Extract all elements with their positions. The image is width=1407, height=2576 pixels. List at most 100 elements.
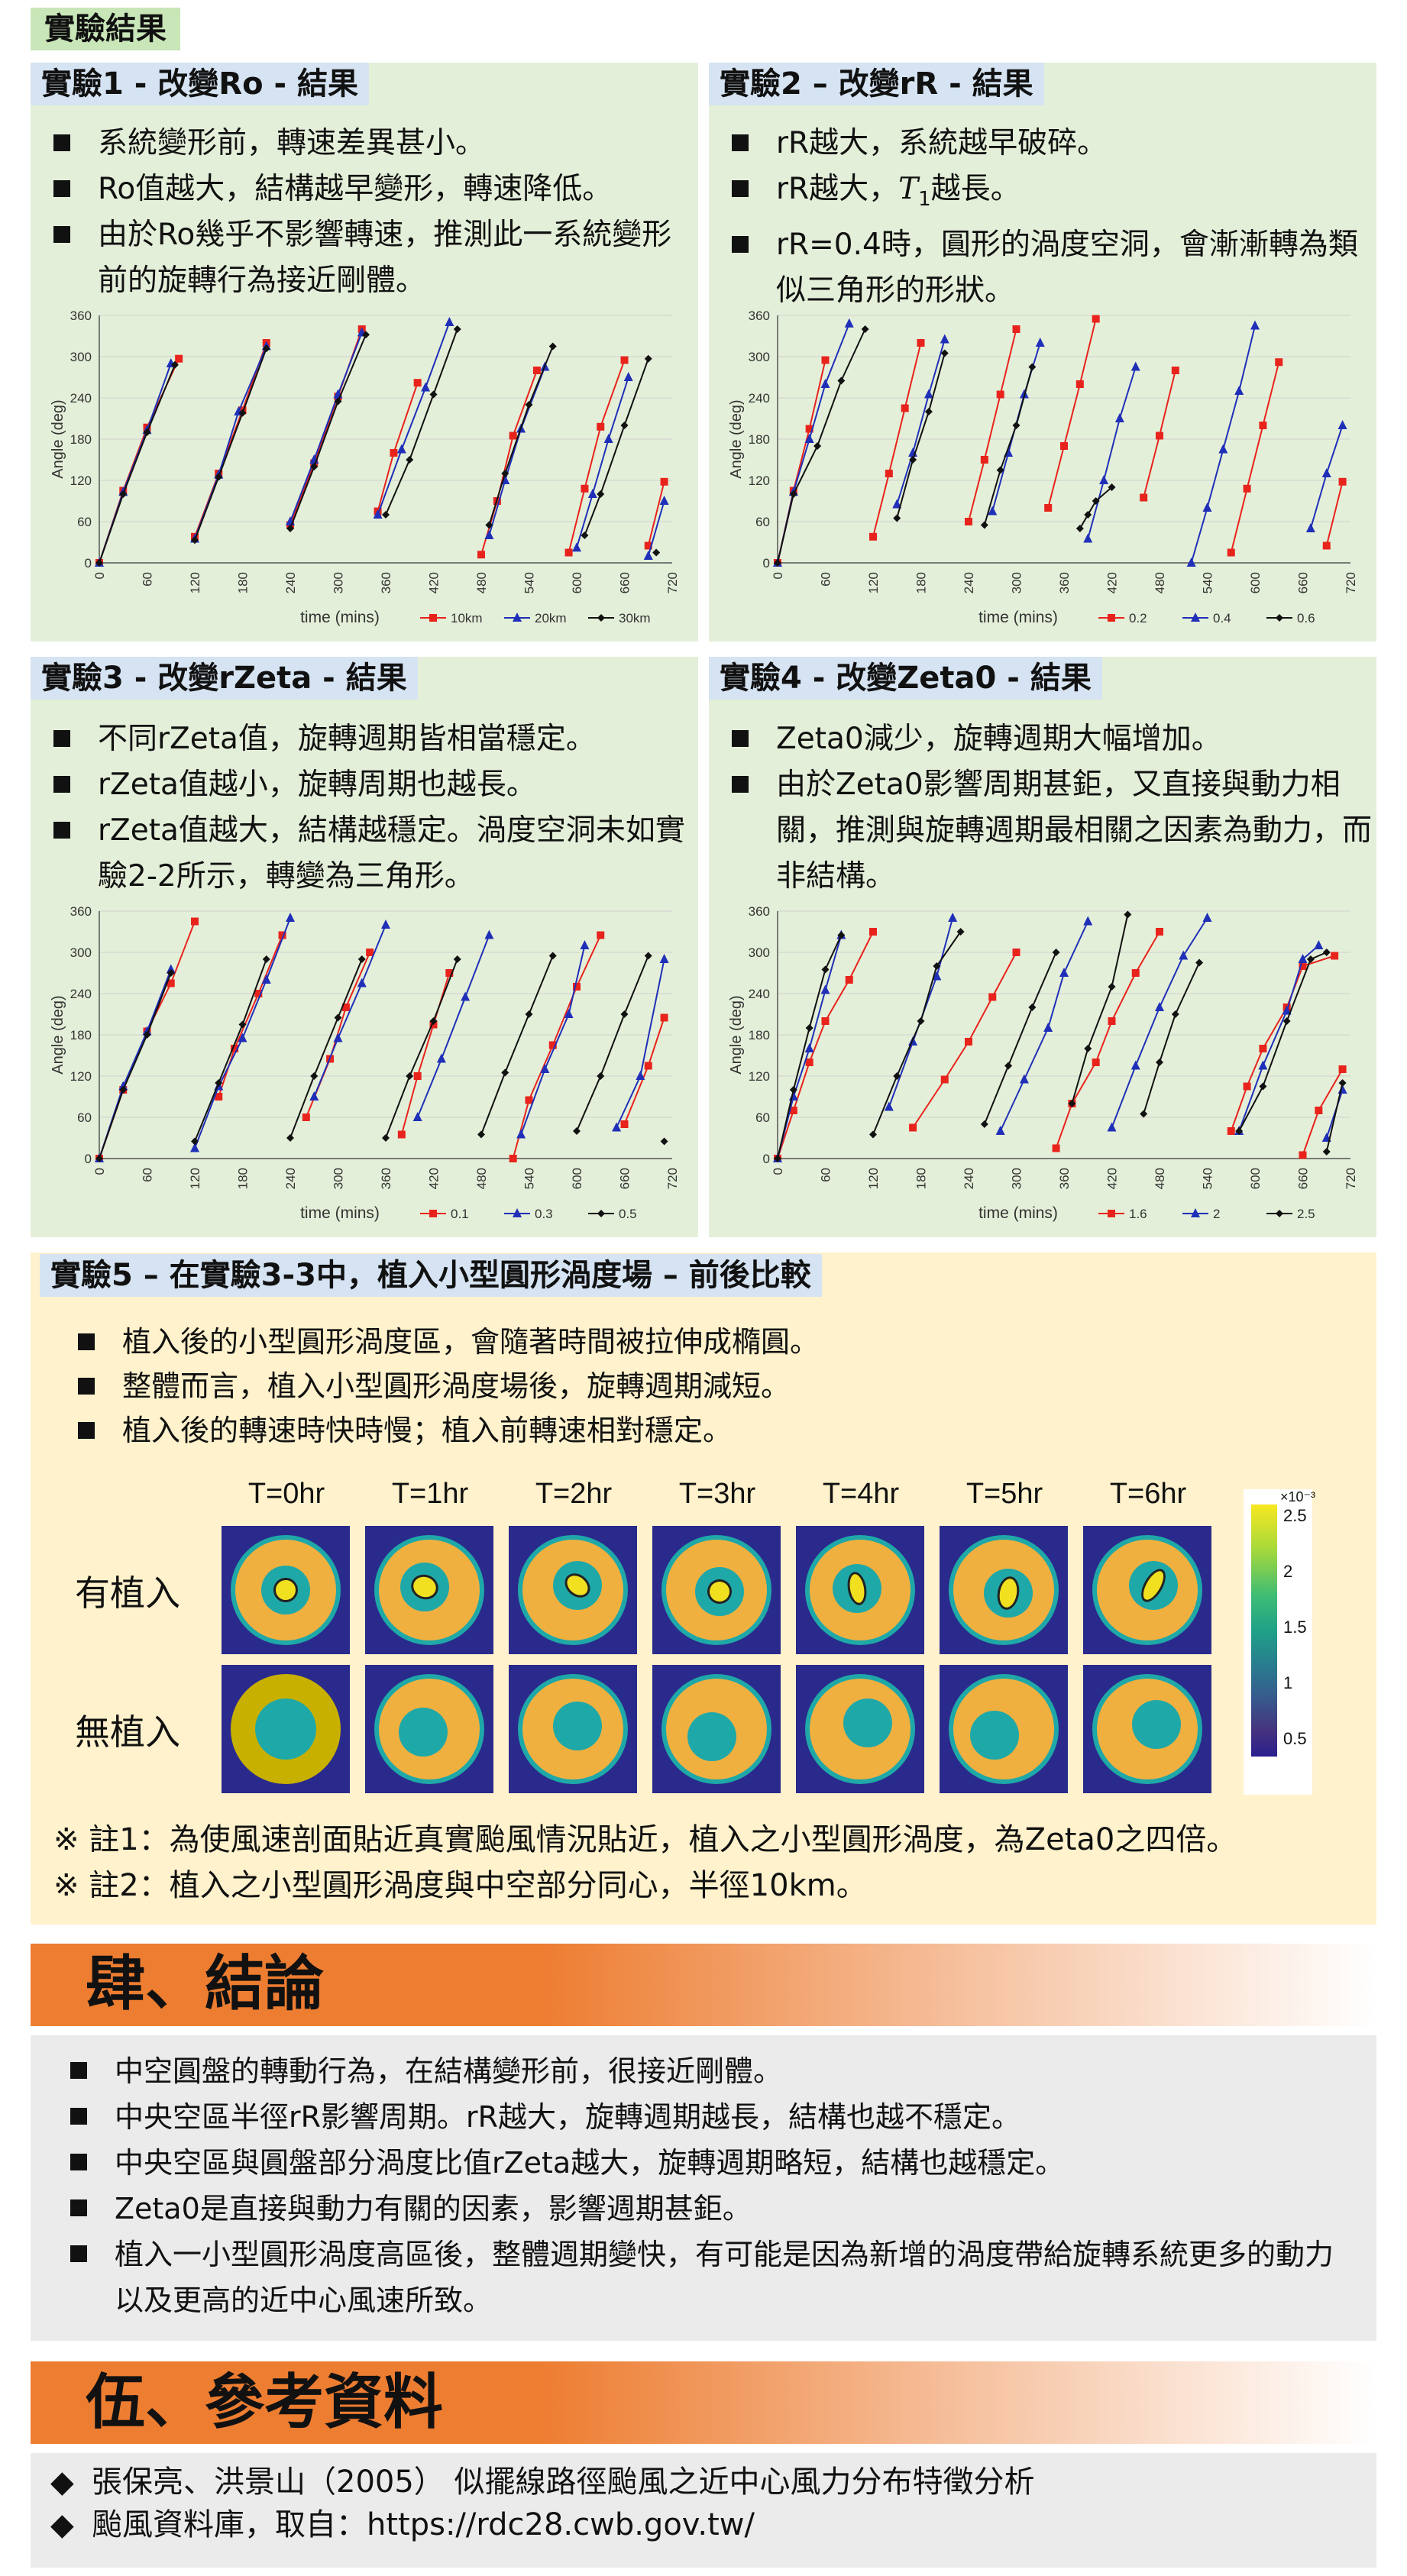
x-tick-label: 240 [962,1168,976,1189]
data-point-triangle [804,1043,814,1052]
data-point-square [1227,1127,1235,1135]
x-tick-label: 660 [1296,1168,1311,1189]
data-point-diamond [191,1137,199,1146]
series-line [99,364,176,564]
series-line [377,322,451,516]
y-tick-label: 120 [749,474,770,488]
data-point-triangle [421,382,431,392]
x-tick-label: 60 [819,572,833,587]
data-point-triangle [1130,1060,1140,1070]
data-point-diamond [620,422,629,429]
data-point-square [1338,1065,1347,1073]
colorbar-tick: 2 [1283,1562,1293,1581]
colorbar-gradient [1251,1505,1277,1757]
y-tick-label: 360 [749,309,770,323]
exp1-bullet: 由於Ro幾乎不影響轉速，推測此一系統變形前的旋轉行為接近剛體。 [44,212,694,304]
colorbar-tick: 0.5 [1283,1729,1307,1748]
data-point-triangle [948,913,958,922]
y-tick-label: 240 [749,987,770,1001]
data-point-square [525,1096,533,1104]
x-tick-label: 480 [474,572,489,593]
data-point-triangle [1083,916,1093,926]
data-point-square [597,931,605,939]
exp2-bullet2-pre: rR越大， [776,172,899,206]
data-point-diamond [660,1137,668,1146]
x-tick-label: 540 [1201,1168,1215,1189]
snapshot-with-implant [1083,1526,1211,1654]
series-line [289,334,367,529]
data-point-diamond [1156,1059,1163,1066]
exp2-bullet: rR越大，系統越早破碎。 [723,121,1372,166]
exp2-t-sub: 1 [918,187,931,211]
series-line [1111,917,1208,1128]
series-line [385,958,458,1139]
conclusion-item: 中央空區半徑rR影響周期。rR越大，旋轉週期越長，結構也越不穩定。 [61,2094,1360,2140]
y-tick-label: 240 [70,391,92,406]
x-tick-label: 360 [379,572,393,593]
data-point-square [366,949,374,956]
exp1-bullet: Ro值越大，結構越早變形，轉速降低。 [44,166,694,212]
x-tick-label: 300 [1010,1168,1024,1189]
series-line [1230,955,1335,1132]
exp4-bullets: Zeta0減少，旋轉週期大幅增加。 由於Zeta0影響周期甚鉅，又直接與動力相關… [723,716,1372,900]
data-point-diamond [406,456,414,464]
data-point-triangle [396,444,406,454]
x-tick-label: 300 [332,572,346,593]
data-point-triangle [1337,420,1347,429]
data-point-diamond [1338,1079,1347,1087]
exp2-bullet: rR越大，T1越長。 [723,166,1372,222]
conclusion-item: 植入一小型圓形渦度高區後，整體週期變快，有可能是因為新增的渦度帶給旋轉系統更多的… [61,2232,1360,2323]
data-point-triangle [1202,913,1212,922]
series-line [647,500,665,557]
y-tick-label: 0 [85,1152,92,1166]
data-point-triangle [1218,444,1228,454]
data-point-diamond [429,390,438,399]
data-point-triangle [1186,558,1196,567]
data-point-square [909,1123,917,1132]
row-label-with: 有植入 [75,1572,180,1614]
series-line [289,332,363,522]
snapshot-without-implant [940,1665,1068,1793]
data-point-triangle [436,1053,446,1063]
snapshot-with-implant [365,1526,493,1654]
series-line [1071,914,1129,1104]
series-line [99,358,180,564]
exp2-bullet: rR=0.4時，圓形的渦度空洞，會漸漸轉為類似三角形的形狀。 [723,222,1372,314]
x-tick-label: 60 [141,1168,155,1182]
snapshot-without-implant [222,1665,350,1793]
data-point-diamond [1171,1010,1179,1018]
data-point-diamond [620,1010,629,1018]
data-point-diamond [581,532,589,539]
x-tick-label: 660 [1296,572,1311,593]
references-list: 張保亮、洪景山（2005） 似擺線路徑颱風之近中心風力分布特徵分析 颱風資料庫，… [46,2461,1344,2546]
data-point-diamond [917,1017,925,1025]
data-point-square [1171,367,1179,374]
snapshot-with-implant [222,1526,350,1654]
x-tick-label: 60 [819,1168,833,1182]
data-point-triangle [286,913,295,922]
data-point-triangle [580,940,590,949]
data-point-diamond [477,1130,485,1139]
series-line [576,377,629,548]
data-point-square [597,422,605,431]
snapshot-with-implant [940,1526,1068,1654]
exp4-bullet: Zeta0減少，旋轉週期大幅增加。 [723,716,1372,762]
x-tick-label: 180 [914,1168,929,1189]
data-point-square [413,1072,422,1080]
hollow-core [970,1711,1019,1760]
data-point-diamond [1140,1110,1148,1118]
data-point-square [660,1013,668,1022]
exp2-chart: 0 60 120 180 240 300 360 0 60 120 180 240 300 360 420 4… [728,309,1358,626]
y-tick-label: 0 [85,556,92,570]
hollow-core [843,1698,892,1747]
exp5-bullet: 植入後的小型圓形渦度區，會隨著時間被拉伸成橢圓。 [69,1320,1291,1364]
data-point-diamond [597,614,605,622]
data-point-diamond [1012,422,1020,429]
x-tick-label: 600 [1248,1168,1263,1189]
series-line [576,955,649,1132]
legend-label: 10km [451,611,483,625]
y-tick-label: 180 [749,432,770,447]
data-point-diamond [1004,1062,1013,1070]
data-point-diamond [924,408,933,415]
series-line [1087,367,1137,539]
